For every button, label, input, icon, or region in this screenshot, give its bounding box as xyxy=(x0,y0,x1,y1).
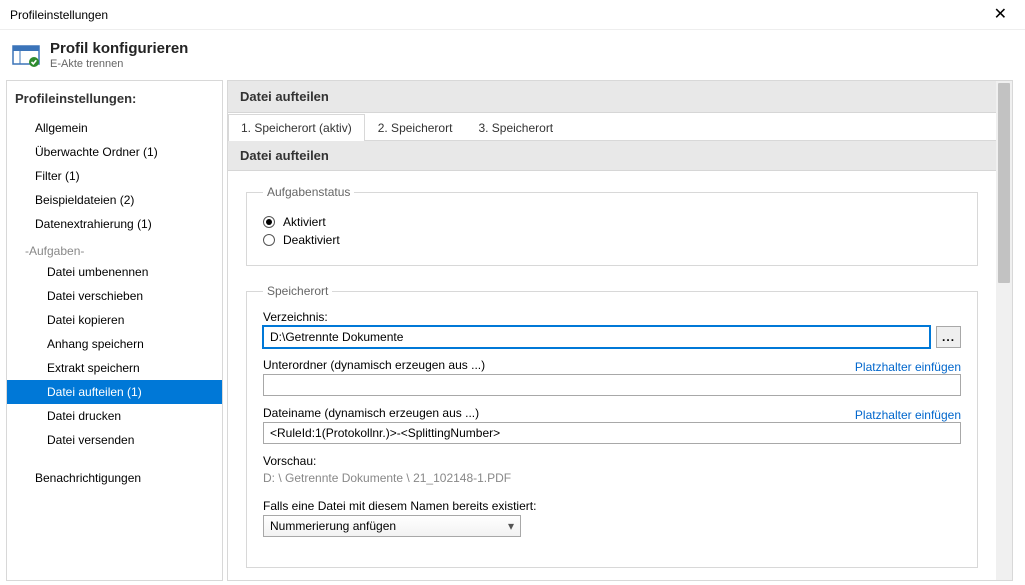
page-subtitle: E-Akte trennen xyxy=(50,58,188,70)
scrollbar[interactable] xyxy=(996,81,1012,580)
sidebar-item-allgemein[interactable]: Allgemein xyxy=(7,116,222,140)
page-header: Profil konfigurieren E-Akte trennen xyxy=(0,30,1025,78)
radio-icon xyxy=(263,234,275,246)
sidebar-task-verschieben[interactable]: Datei verschieben xyxy=(7,284,222,308)
label-vorschau: Vorschau: xyxy=(263,454,961,468)
tab-speicherort-2[interactable]: 2. Speicherort xyxy=(365,114,466,141)
sidebar-task-umbenennen[interactable]: Datei umbenennen xyxy=(7,260,222,284)
input-dateiname[interactable] xyxy=(263,422,961,444)
radio-deaktiviert[interactable]: Deaktiviert xyxy=(263,233,961,247)
sidebar: Profileinstellungen: Allgemein Überwacht… xyxy=(6,80,223,581)
legend-speicherort: Speicherort xyxy=(263,284,332,298)
sidebar-item-beispieldateien[interactable]: Beispieldateien (2) xyxy=(7,188,222,212)
sidebar-group-aufgaben: -Aufgaben- xyxy=(7,236,222,260)
sidebar-task-drucken[interactable]: Datei drucken xyxy=(7,404,222,428)
label-exists: Falls eine Datei mit diesem Namen bereit… xyxy=(263,499,961,513)
tab-speicherort-1[interactable]: 1. Speicherort (aktiv) xyxy=(228,114,365,141)
sidebar-item-datenextrahierung[interactable]: Datenextrahierung (1) xyxy=(7,212,222,236)
sidebar-item-ordner[interactable]: Überwachte Ordner (1) xyxy=(7,140,222,164)
select-exists-action[interactable]: Nummerierung anfügen ▾ xyxy=(263,515,521,537)
value-vorschau: D: \ Getrennte Dokumente \ 21_102148-1.P… xyxy=(263,471,961,485)
group-speicherort: Speicherort Verzeichnis: ... Unterordner… xyxy=(246,284,978,568)
main-panel: Datei aufteilen 1. Speicherort (aktiv) 2… xyxy=(227,80,1013,581)
label-verzeichnis: Verzeichnis: xyxy=(263,310,961,324)
radio-aktiviert[interactable]: Aktiviert xyxy=(263,215,961,229)
radio-deaktiviert-label: Deaktiviert xyxy=(283,233,340,247)
link-platzhalter-unterordner[interactable]: Platzhalter einfügen xyxy=(855,360,961,374)
sidebar-task-anhang[interactable]: Anhang speichern xyxy=(7,332,222,356)
app-icon xyxy=(12,41,40,69)
browse-button[interactable]: ... xyxy=(936,326,961,348)
titlebar: Profileinstellungen ✕ xyxy=(0,0,1025,30)
window-title: Profileinstellungen xyxy=(10,8,108,22)
group-aufgabenstatus: Aufgabenstatus Aktiviert Deaktiviert xyxy=(246,185,978,266)
close-icon[interactable]: ✕ xyxy=(986,3,1015,27)
label-dateiname: Dateiname (dynamisch erzeugen aus ...) xyxy=(263,406,479,420)
sidebar-task-extrakt[interactable]: Extrakt speichern xyxy=(7,356,222,380)
link-platzhalter-dateiname[interactable]: Platzhalter einfügen xyxy=(855,408,961,422)
chevron-down-icon: ▾ xyxy=(508,519,514,533)
radio-icon xyxy=(263,216,275,228)
label-unterordner: Unterordner (dynamisch erzeugen aus ...) xyxy=(263,358,485,372)
select-exists-value: Nummerierung anfügen xyxy=(270,519,396,533)
tab-speicherort-3[interactable]: 3. Speicherort xyxy=(465,114,566,141)
input-verzeichnis[interactable] xyxy=(263,326,930,348)
scrollbar-thumb[interactable] xyxy=(998,83,1010,283)
radio-aktiviert-label: Aktiviert xyxy=(283,215,326,229)
sidebar-item-filter[interactable]: Filter (1) xyxy=(7,164,222,188)
sidebar-heading: Profileinstellungen: xyxy=(15,91,214,106)
legend-aufgabenstatus: Aufgabenstatus xyxy=(263,185,354,199)
input-unterordner[interactable] xyxy=(263,374,961,396)
sidebar-item-benachrichtigungen[interactable]: Benachrichtigungen xyxy=(7,466,222,490)
tab-bar: 1. Speicherort (aktiv) 2. Speicherort 3.… xyxy=(228,113,996,141)
sidebar-task-kopieren[interactable]: Datei kopieren xyxy=(7,308,222,332)
sidebar-task-versenden[interactable]: Datei versenden xyxy=(7,428,222,452)
page-title: Profil konfigurieren xyxy=(50,40,188,57)
sidebar-task-aufteilen[interactable]: Datei aufteilen (1) xyxy=(7,380,222,404)
section-header: Datei aufteilen xyxy=(228,81,996,113)
tab-subheader: Datei aufteilen xyxy=(228,141,996,171)
